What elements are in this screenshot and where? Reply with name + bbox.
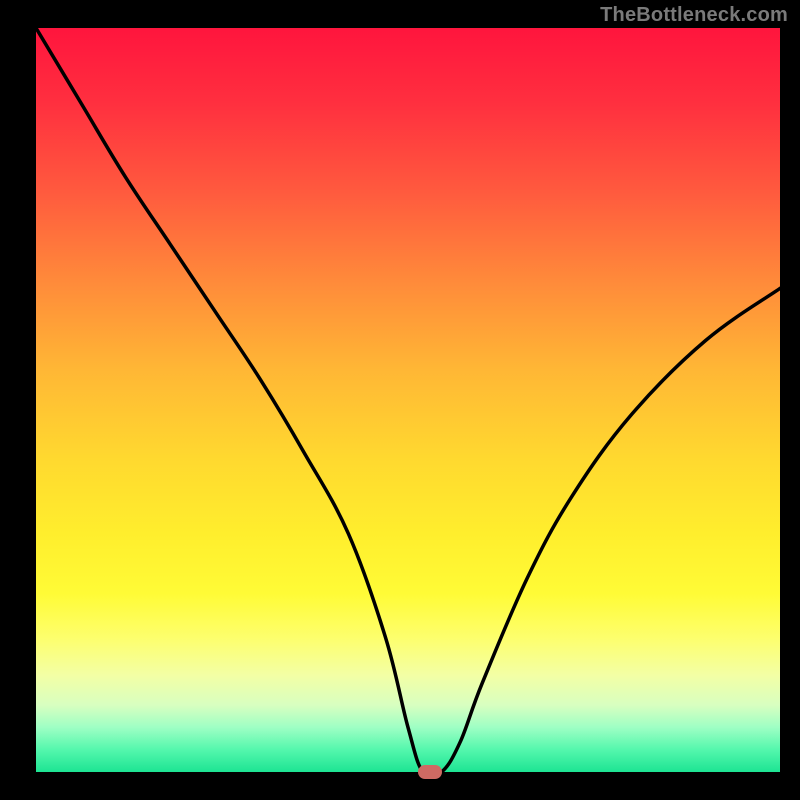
plot-area <box>36 28 780 772</box>
curve-path <box>36 28 780 772</box>
optimum-marker <box>418 765 442 779</box>
chart-stage: TheBottleneck.com <box>0 0 800 800</box>
bottleneck-curve <box>36 28 780 772</box>
watermark-text: TheBottleneck.com <box>600 4 788 27</box>
